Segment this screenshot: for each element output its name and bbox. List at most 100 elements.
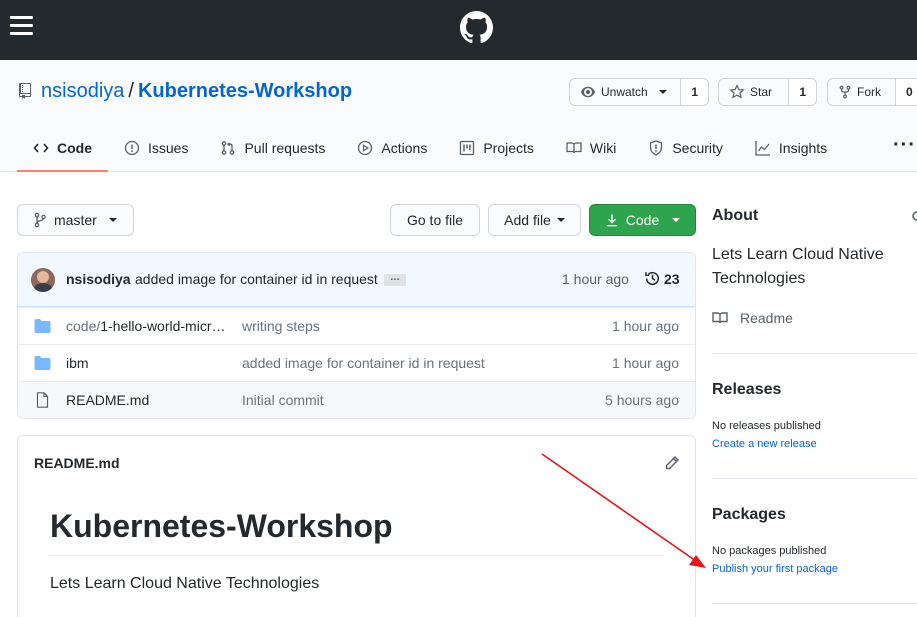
- readme-heading: Kubernetes-Workshop: [50, 508, 664, 556]
- star-button[interactable]: Star: [719, 79, 790, 105]
- sidebar-divider: [712, 353, 917, 354]
- tab-issues[interactable]: Issues: [108, 124, 204, 172]
- commit-expand-button[interactable]: …: [384, 273, 406, 286]
- no-packages-text: No packages published: [712, 545, 827, 557]
- create-release-link[interactable]: Create a new release: [712, 438, 817, 450]
- about-description: Lets Learn Cloud Native Technologies: [712, 246, 884, 287]
- tab-label: Pull requests: [244, 140, 326, 156]
- file-name-link[interactable]: README.md: [66, 392, 231, 408]
- commit-count[interactable]: 23: [664, 271, 680, 287]
- watch-count[interactable]: 1: [681, 79, 708, 105]
- file-commit-time: 1 hour ago: [612, 318, 679, 334]
- pencil-icon[interactable]: [664, 455, 680, 471]
- repo-icon: [19, 83, 31, 99]
- file-path-prefix: code/: [66, 318, 101, 334]
- play-icon: [358, 140, 373, 156]
- add-file-button[interactable]: Add file: [488, 204, 581, 236]
- file-commit-message[interactable]: added image for container id in request: [242, 355, 485, 371]
- file-browser: nsisodiya added image for container id i…: [17, 252, 696, 419]
- fork-button-group: Fork 0: [827, 78, 917, 106]
- packages-heading[interactable]: Packages: [712, 506, 786, 524]
- branch-icon: [34, 212, 46, 228]
- file-commit-time: 1 hour ago: [612, 355, 679, 371]
- tab-code[interactable]: Code: [17, 124, 108, 172]
- publish-package-link[interactable]: Publish your first package: [712, 563, 838, 575]
- tab-label: Issues: [148, 140, 189, 156]
- tab-wiki[interactable]: Wiki: [550, 124, 632, 172]
- chevron-down-icon: [556, 218, 565, 222]
- file-name: 1-hello-world-micr…: [100, 318, 226, 334]
- gear-icon[interactable]: [911, 209, 917, 223]
- hamburger-menu-icon[interactable]: [10, 16, 33, 36]
- sidebar-divider: [712, 603, 917, 604]
- code-download-button[interactable]: Code: [589, 204, 696, 236]
- repo-header: nsisodiya / Kubernetes-Workshop Unwatch 1 …: [0, 60, 917, 172]
- chevron-down-icon: [658, 90, 667, 94]
- watch-button-group: Unwatch 1: [569, 78, 709, 106]
- star-count[interactable]: 1: [789, 79, 816, 105]
- repo-title-separator: /: [128, 80, 134, 102]
- history-icon[interactable]: [644, 270, 661, 287]
- book-icon: [566, 142, 582, 154]
- fork-button[interactable]: Fork: [828, 79, 896, 105]
- sidebar-divider: [712, 478, 917, 479]
- fork-icon: [839, 85, 851, 99]
- file-commit-time: 5 hours ago: [605, 392, 679, 408]
- star-button-group: Star 1: [718, 78, 817, 106]
- tab-label: Code: [57, 140, 92, 156]
- readme-paragraph: Lets Learn Cloud Native Technologies: [50, 575, 320, 592]
- repo-nav-tabs: Code Issues Pull requests Actions Projec…: [17, 124, 843, 172]
- file-icon: [36, 392, 49, 408]
- go-to-file-button[interactable]: Go to file: [390, 204, 480, 236]
- repo-owner-link[interactable]: nsisodiya: [41, 80, 124, 102]
- issue-icon: [124, 140, 140, 156]
- repo-name-link[interactable]: Kubernetes-Workshop: [138, 80, 352, 102]
- tab-actions[interactable]: Actions: [341, 124, 443, 172]
- readme-link[interactable]: Readme: [712, 310, 793, 326]
- tab-pull-requests[interactable]: Pull requests: [204, 124, 341, 172]
- project-icon: [460, 140, 475, 156]
- tab-label: Projects: [483, 140, 534, 156]
- branch-name: master: [54, 212, 97, 228]
- more-tabs-button[interactable]: ···: [893, 134, 916, 157]
- folder-icon: [34, 356, 51, 370]
- download-icon: [606, 214, 618, 227]
- tab-label: Security: [672, 140, 723, 156]
- star-label: Star: [750, 85, 773, 99]
- unwatch-button[interactable]: Unwatch: [570, 79, 682, 105]
- tab-projects[interactable]: Projects: [443, 124, 550, 172]
- releases-heading[interactable]: Releases: [712, 381, 781, 399]
- branch-selector[interactable]: master: [17, 204, 134, 236]
- file-name-link[interactable]: code/1-hello-world-micr…: [66, 318, 231, 334]
- file-row[interactable]: ibm added image for container id in requ…: [18, 344, 695, 381]
- add-file-label: Add file: [504, 212, 551, 228]
- global-header: [0, 0, 917, 60]
- fork-count[interactable]: 0: [896, 79, 917, 105]
- readme-box: README.md Kubernetes-Workshop Lets Learn…: [17, 435, 696, 617]
- about-heading: About: [712, 207, 759, 224]
- latest-commit-bar: nsisodiya added image for container id i…: [18, 253, 695, 307]
- tab-label: Insights: [778, 140, 828, 156]
- file-name-link[interactable]: ibm: [66, 355, 231, 371]
- code-icon: [33, 143, 49, 153]
- commit-message-link[interactable]: added image for container id in request: [135, 271, 378, 287]
- eye-icon: [581, 86, 595, 98]
- file-commit-message[interactable]: writing steps: [242, 318, 320, 334]
- github-logo-icon[interactable]: [460, 11, 493, 44]
- commit-author-link[interactable]: nsisodiya: [66, 271, 131, 287]
- avatar[interactable]: [31, 268, 55, 292]
- readme-link-label: Readme: [740, 310, 793, 326]
- graph-icon: [755, 141, 770, 156]
- chevron-down-icon: [672, 218, 681, 222]
- tab-insights[interactable]: Insights: [739, 124, 843, 172]
- code-button-label: Code: [625, 212, 660, 228]
- file-commit-message[interactable]: Initial commit: [242, 392, 324, 408]
- file-row[interactable]: README.md Initial commit 5 hours ago: [18, 381, 695, 418]
- fork-label: Fork: [857, 85, 881, 99]
- pull-request-icon: [222, 141, 235, 155]
- repo-title: nsisodiya / Kubernetes-Workshop: [41, 80, 352, 103]
- tab-security[interactable]: Security: [632, 124, 739, 172]
- file-row[interactable]: code/1-hello-world-micr… writing steps 1…: [18, 307, 695, 344]
- commit-time[interactable]: 1 hour ago: [562, 271, 629, 287]
- unwatch-label: Unwatch: [601, 85, 648, 99]
